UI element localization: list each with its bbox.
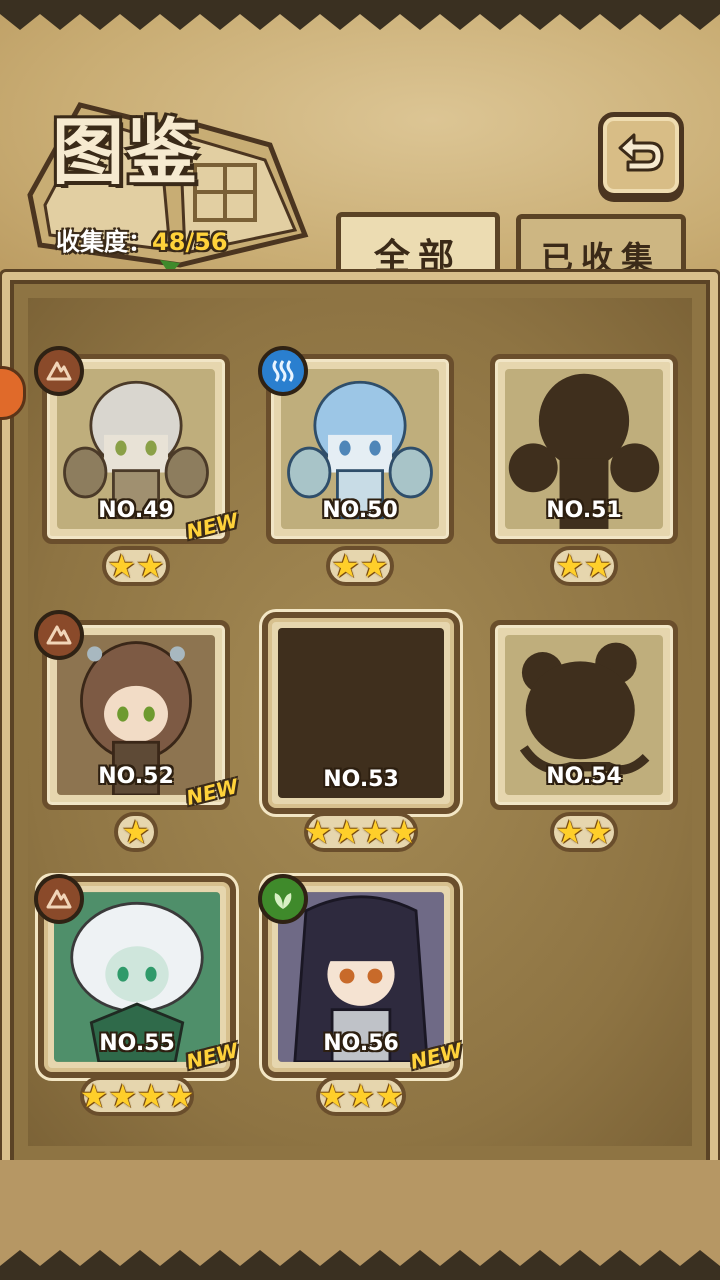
star-rating: ★★ xyxy=(326,546,394,586)
water-element-icon xyxy=(258,346,308,396)
star-rating: ★★ xyxy=(102,546,170,586)
card-number: NO.50 xyxy=(322,498,398,523)
earth-element-icon xyxy=(34,874,84,924)
earth-element-icon xyxy=(34,346,84,396)
card-no-51[interactable]: NO.51 xyxy=(490,354,678,544)
star-rating: ★★ xyxy=(550,546,618,586)
zigzag-border-top xyxy=(0,0,720,30)
leaf-element-icon xyxy=(258,874,308,924)
collection-value: 48/56 xyxy=(152,228,228,256)
star-rating: ★★★ xyxy=(316,1076,406,1116)
earth-element-icon xyxy=(34,610,84,660)
star-rating: ★★★★ xyxy=(79,1076,195,1116)
zigzag-border-bottom xyxy=(0,1250,720,1280)
card-number: NO.54 xyxy=(546,764,622,789)
page-title: 图鉴 xyxy=(52,109,201,194)
star-rating: ★ xyxy=(114,812,158,852)
card-number: NO.53 xyxy=(323,767,399,792)
collection-progress: 收集度：48/56 xyxy=(56,222,228,257)
card-no-54[interactable]: NO.54 xyxy=(490,620,678,810)
card-no-53[interactable]: NO.53 xyxy=(262,612,460,814)
star-rating: ★★★★ xyxy=(303,812,419,852)
back-button[interactable] xyxy=(598,112,684,198)
star-rating: ★★ xyxy=(550,812,618,852)
collection-label: 收集度： xyxy=(56,228,152,256)
return-arrow-icon xyxy=(618,133,664,172)
card-number: NO.51 xyxy=(546,498,622,523)
